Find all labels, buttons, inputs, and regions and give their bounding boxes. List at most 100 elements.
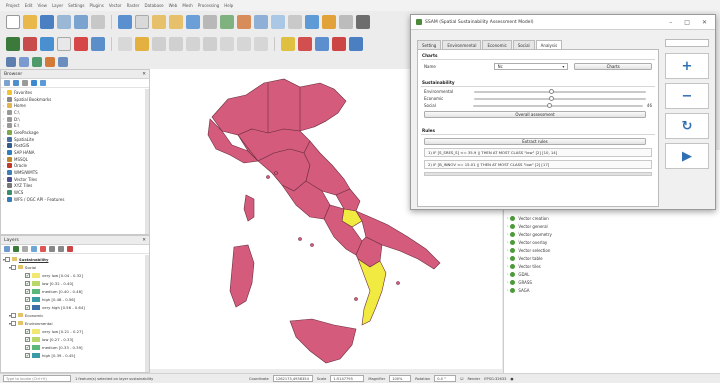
menu-edit[interactable]: Edit <box>25 3 33 8</box>
add-delimited-icon[interactable] <box>57 37 71 51</box>
refresh-button[interactable]: ↻ <box>665 113 709 139</box>
menu-view[interactable]: View <box>37 3 47 8</box>
expand-arrow-icon[interactable]: › <box>507 248 508 252</box>
pan-icon[interactable] <box>118 15 132 29</box>
browser-item[interactable]: › SpatiaLite <box>3 136 149 143</box>
processing-item[interactable]: › Vector tiles <box>504 262 720 270</box>
browser-item[interactable]: › WCS <box>3 189 149 196</box>
processing-item[interactable]: › Vector table <box>504 254 720 262</box>
copy-icon[interactable] <box>237 37 251 51</box>
legend-item[interactable]: ✔ very high [0.56 - 0.64] <box>3 303 149 311</box>
vertex-tool-icon[interactable] <box>186 37 200 51</box>
layer-group[interactable]: ▾Sustainability <box>3 255 149 263</box>
island-corsica[interactable] <box>243 194 255 222</box>
expand-arrow-icon[interactable]: › <box>507 240 508 244</box>
expand-arrow-icon[interactable]: › <box>507 232 508 236</box>
open-project-icon[interactable] <box>23 15 37 29</box>
locator-search-input[interactable]: Type to locate (Ctrl+K) <box>3 375 71 382</box>
digitize-icon[interactable] <box>118 37 132 51</box>
panel-close-icon[interactable]: ✕ <box>142 72 146 77</box>
menu-plugins[interactable]: Plugins <box>90 3 104 8</box>
environmental-slider[interactable] <box>474 88 646 94</box>
zoom-next-icon[interactable] <box>254 15 268 29</box>
zoom-native-icon[interactable] <box>220 15 234 29</box>
browser-item[interactable]: › Favorites <box>3 89 149 96</box>
expand-all-icon[interactable] <box>49 246 55 252</box>
legend-checkbox[interactable]: ✔ <box>25 280 30 286</box>
browser-item[interactable]: › Oracle <box>3 163 149 170</box>
tab-economic[interactable]: Economic <box>482 40 512 49</box>
legend-item[interactable]: ✔ very low [0.04 - 0.32] <box>3 271 149 279</box>
browser-item[interactable]: › E:\ <box>3 122 149 129</box>
slider-handle[interactable] <box>547 102 553 108</box>
plugin-b-icon[interactable] <box>19 57 29 67</box>
add-wfs-icon[interactable] <box>91 37 105 51</box>
save-edits-icon[interactable] <box>152 37 166 51</box>
processing-item[interactable]: › Vector geometry <box>504 230 720 238</box>
browser-item[interactable]: › WMS/WMTS <box>3 169 149 176</box>
add-wms-icon[interactable] <box>74 37 88 51</box>
extract-rules-button[interactable]: Extract rules <box>424 137 646 145</box>
manage-themes-icon[interactable] <box>22 246 28 252</box>
crs-button[interactable]: EPSG:32633 <box>484 377 506 381</box>
save-project-icon[interactable] <box>40 15 54 29</box>
cut-icon[interactable] <box>220 37 234 51</box>
legend-checkbox[interactable]: ✔ <box>25 288 30 294</box>
expand-arrow-icon[interactable]: › <box>507 256 508 260</box>
layer-group[interactable]: ▾Environmental <box>3 319 149 327</box>
layer-checkbox[interactable] <box>4 256 10 262</box>
label-move-icon[interactable] <box>315 37 329 51</box>
filter-icon[interactable] <box>13 80 19 86</box>
zoom-layer-icon[interactable] <box>203 15 217 29</box>
plugin-c-icon[interactable] <box>32 57 42 67</box>
browser-item[interactable]: › C:\ <box>3 109 149 116</box>
legend-item[interactable]: ✔ high [0.48 - 0.56] <box>3 295 149 303</box>
processing-item[interactable]: › Vector creation <box>504 214 720 222</box>
legend-item[interactable]: ✔ medium [0.40 - 0.48] <box>3 287 149 295</box>
select-icon[interactable] <box>339 15 353 29</box>
tab-environmental[interactable]: Environmental <box>442 40 482 49</box>
maximize-icon[interactable]: □ <box>684 19 690 26</box>
expand-arrow-icon[interactable]: › <box>507 264 508 268</box>
processing-item[interactable]: › Vector overlay <box>504 238 720 246</box>
charts-button[interactable]: Charts <box>574 62 652 70</box>
slider-handle[interactable] <box>548 88 554 94</box>
print-layout-icon[interactable] <box>74 15 88 29</box>
add-vector-icon[interactable] <box>6 37 20 51</box>
legend-item[interactable]: ✔ high [0.39 - 0.45] <box>3 351 149 359</box>
processing-item[interactable]: › Vector general <box>504 222 720 230</box>
collapse-icon[interactable] <box>22 80 28 86</box>
legend-item[interactable]: ✔ low [0.27 - 0.33] <box>3 335 149 343</box>
legend-checkbox[interactable]: ✔ <box>25 344 30 350</box>
layer-style-icon[interactable] <box>4 246 10 252</box>
small-island[interactable] <box>298 237 302 241</box>
small-island[interactable] <box>396 281 400 285</box>
delete-icon[interactable] <box>203 37 217 51</box>
browser-item[interactable]: › WFS / OGC API - Features <box>3 196 149 203</box>
new-project-icon[interactable] <box>6 15 20 29</box>
tab-setting[interactable]: Setting <box>417 40 442 49</box>
refresh-icon[interactable] <box>305 15 319 29</box>
zoom-in-icon[interactable] <box>152 15 166 29</box>
layer-checkbox[interactable] <box>10 312 16 318</box>
social-slider[interactable] <box>473 102 643 108</box>
info-icon[interactable] <box>40 80 46 86</box>
paste-icon[interactable] <box>254 37 268 51</box>
menu-web[interactable]: Web <box>169 3 178 8</box>
layer-group[interactable]: ▾Social <box>3 263 149 271</box>
zoom-full-icon[interactable] <box>186 15 200 29</box>
add-feature-icon[interactable] <box>169 37 183 51</box>
menu-layer[interactable]: Layer <box>52 3 63 8</box>
properties-icon[interactable] <box>31 80 37 86</box>
pan-to-selection-icon[interactable] <box>135 15 149 29</box>
toggle-edit-icon[interactable] <box>135 37 149 51</box>
browser-scrollbar[interactable] <box>145 89 149 234</box>
small-island[interactable] <box>274 171 278 175</box>
processing-item[interactable]: › Vector selection <box>504 246 720 254</box>
region-calabria[interactable] <box>357 258 387 326</box>
attribute-table-icon[interactable] <box>356 15 370 29</box>
name-select[interactable]: Nc ▾ <box>493 62 569 70</box>
tab-analysis[interactable]: Analysis <box>535 40 563 49</box>
add-postgis-icon[interactable] <box>40 37 54 51</box>
layers-scrollbar[interactable] <box>145 255 149 372</box>
